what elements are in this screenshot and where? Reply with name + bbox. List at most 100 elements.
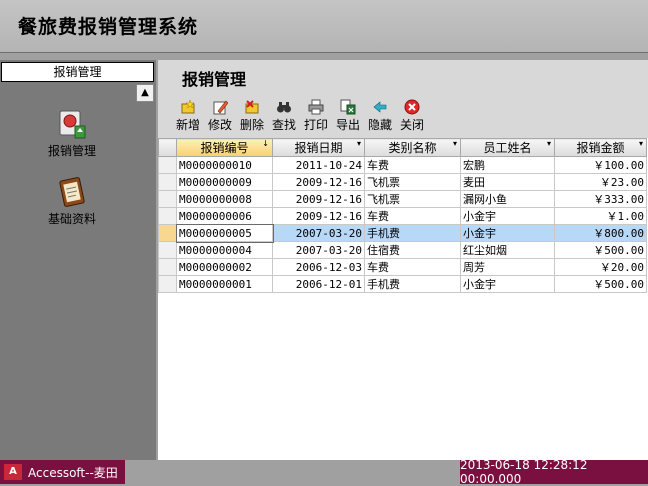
cell-expense-id[interactable]: M0000000005 [175, 223, 274, 243]
cell-category[interactable]: 车费 [364, 207, 461, 225]
chevron-down-icon[interactable]: ▾ [639, 139, 643, 148]
cell-category[interactable]: 手机费 [364, 224, 461, 242]
sort-desc-icon[interactable]: ↓ [262, 139, 269, 148]
new-icon [172, 98, 204, 116]
cell-expense-id[interactable]: M0000000001 [176, 275, 273, 293]
cell-expense-date[interactable]: 2009-12-16 [272, 207, 365, 225]
find-button[interactable]: 查找 [268, 98, 300, 133]
app-name: Accessoft--麦田 [28, 465, 118, 480]
app-badge: A Accessoft--麦田 [0, 460, 125, 484]
edit-label: 修改 [207, 118, 232, 132]
cell-expense-date[interactable]: 2007-03-20 [272, 241, 365, 259]
status-bar: A Accessoft--麦田 2013-06-18 12:28:12 00:0… [0, 458, 648, 486]
sidebar-item-label: 报销管理 [47, 144, 96, 158]
cell-amount[interactable]: ￥100.00 [554, 156, 647, 174]
sidebar-tab-expense[interactable]: 报销管理 [1, 62, 154, 82]
table-row[interactable]: M0000000004 2007-03-20 住宿费 红尘如烟 ￥500.00 [158, 241, 647, 259]
close-icon [396, 98, 428, 116]
row-selector[interactable] [158, 190, 177, 208]
cell-amount[interactable]: ￥1.00 [554, 207, 647, 225]
expense-report-icon [57, 108, 87, 139]
table-row[interactable]: M0000000002 2006-12-03 车费 周芳 ￥20.00 [158, 258, 647, 276]
row-selector[interactable] [158, 258, 177, 276]
export-button[interactable]: 导出 [332, 98, 364, 133]
expense-grid[interactable]: 报销编号 ↓ 报销日期 ▾ 类别名称 ▾ 员工姓名 ▾ 报销金额 ▾ M000000001… [158, 138, 648, 460]
cell-amount[interactable]: ￥800.00 [554, 224, 647, 242]
table-row[interactable]: M0000000010 2011-10-24 车费 宏鹏 ￥100.00 [158, 156, 647, 174]
cell-expense-id[interactable]: M0000000010 [176, 156, 273, 174]
delete-button[interactable]: 删除 [236, 98, 268, 133]
cell-amount[interactable]: ￥500.00 [554, 241, 647, 259]
cell-expense-id[interactable]: M0000000004 [176, 241, 273, 259]
row-selector[interactable] [158, 173, 177, 191]
cell-expense-date[interactable]: 2011-10-24 [272, 156, 365, 174]
row-selector[interactable] [158, 275, 177, 293]
table-row[interactable]: M0000000009 2009-12-16 飞机票 麦田 ￥23.00 [158, 173, 647, 191]
edit-icon [204, 98, 236, 116]
table-row[interactable]: M0000000001 2006-12-01 手机费 小金宇 ￥500.00 [158, 275, 647, 293]
row-selector[interactable] [158, 224, 177, 242]
chevron-down-icon[interactable]: ▾ [357, 139, 361, 148]
cell-category[interactable]: 手机费 [364, 275, 461, 293]
new-button[interactable]: 新增 [172, 98, 204, 133]
cell-employee[interactable]: 小金宇 [460, 275, 555, 293]
column-header-category[interactable]: 类别名称 ▾ [364, 138, 461, 157]
chevron-down-icon[interactable]: ▾ [547, 139, 551, 148]
row-selector[interactable] [158, 156, 177, 174]
cell-employee[interactable]: 小金宇 [460, 207, 555, 225]
cell-expense-id[interactable]: M0000000008 [176, 190, 273, 208]
row-selector[interactable] [158, 241, 177, 259]
column-header-expense-date[interactable]: 报销日期 ▾ [272, 138, 365, 157]
sidebar-item-basedata[interactable]: 基础资料 [30, 176, 114, 227]
cell-employee[interactable]: 红尘如烟 [460, 241, 555, 259]
delete-label: 删除 [239, 118, 264, 132]
export-icon [332, 98, 364, 116]
cell-employee[interactable]: 麦田 [460, 173, 555, 191]
cell-employee[interactable]: 周芳 [460, 258, 555, 276]
column-header-amount[interactable]: 报销金额 ▾ [554, 138, 647, 157]
cell-category[interactable]: 车费 [364, 258, 461, 276]
cell-employee[interactable]: 小金宇 [460, 224, 555, 242]
cell-expense-date[interactable]: 2006-12-01 [272, 275, 365, 293]
status-datetime: 2013-06-18 12:28:12 00:00.000 [460, 458, 648, 486]
cell-employee[interactable]: 漏网小鱼 [460, 190, 555, 208]
chevron-down-icon[interactable]: ▾ [453, 139, 457, 148]
cell-expense-date[interactable]: 2007-03-20 [272, 224, 365, 242]
column-label: 类别名称 [388, 141, 437, 155]
cell-amount[interactable]: ￥500.00 [554, 275, 647, 293]
sidebar: 报销管理 ▲ 报销管理 基础资料 [0, 60, 156, 460]
cell-amount[interactable]: ￥20.00 [554, 258, 647, 276]
column-header-employee[interactable]: 员工姓名 ▾ [460, 138, 555, 157]
table-row[interactable]: M0000000005 2007-03-20 手机费 小金宇 ￥800.00 [158, 223, 647, 243]
close-label: 关闭 [399, 118, 424, 132]
cell-expense-id[interactable]: M0000000006 [176, 207, 273, 225]
cell-category[interactable]: 住宿费 [364, 241, 461, 259]
cell-employee[interactable]: 宏鹏 [460, 156, 555, 174]
cell-amount[interactable]: ￥23.00 [554, 173, 647, 191]
access-logo-icon: A [4, 464, 22, 480]
cell-expense-id[interactable]: M0000000009 [176, 173, 273, 191]
sidebar-scroll-up-button[interactable]: ▲ [136, 84, 154, 102]
cell-expense-id[interactable]: M0000000002 [176, 258, 273, 276]
cell-amount[interactable]: ￥333.00 [554, 190, 647, 208]
cell-expense-date[interactable]: 2006-12-03 [272, 258, 365, 276]
cell-expense-date[interactable]: 2009-12-16 [272, 173, 365, 191]
close-button[interactable]: 关闭 [396, 98, 428, 133]
column-header-expense-id[interactable]: 报销编号 ↓ [176, 138, 273, 157]
edit-button[interactable]: 修改 [204, 98, 236, 133]
row-selector[interactable] [158, 207, 177, 225]
clipboard-icon [57, 176, 87, 207]
find-label: 查找 [271, 118, 296, 132]
row-selector-header[interactable] [158, 138, 177, 157]
cell-category[interactable]: 车费 [364, 156, 461, 174]
sidebar-item-expense[interactable]: 报销管理 [30, 108, 114, 159]
cell-category[interactable]: 飞机票 [364, 190, 461, 208]
column-label: 报销金额 [576, 141, 625, 155]
hide-button[interactable]: 隐藏 [364, 98, 396, 133]
cell-expense-date[interactable]: 2009-12-16 [272, 190, 365, 208]
table-row[interactable]: M0000000008 2009-12-16 飞机票 漏网小鱼 ￥333.00 [158, 190, 647, 208]
table-row[interactable]: M0000000006 2009-12-16 车费 小金宇 ￥1.00 [158, 207, 647, 225]
print-button[interactable]: 打印 [300, 98, 332, 133]
delete-icon [236, 98, 268, 116]
cell-category[interactable]: 飞机票 [364, 173, 461, 191]
